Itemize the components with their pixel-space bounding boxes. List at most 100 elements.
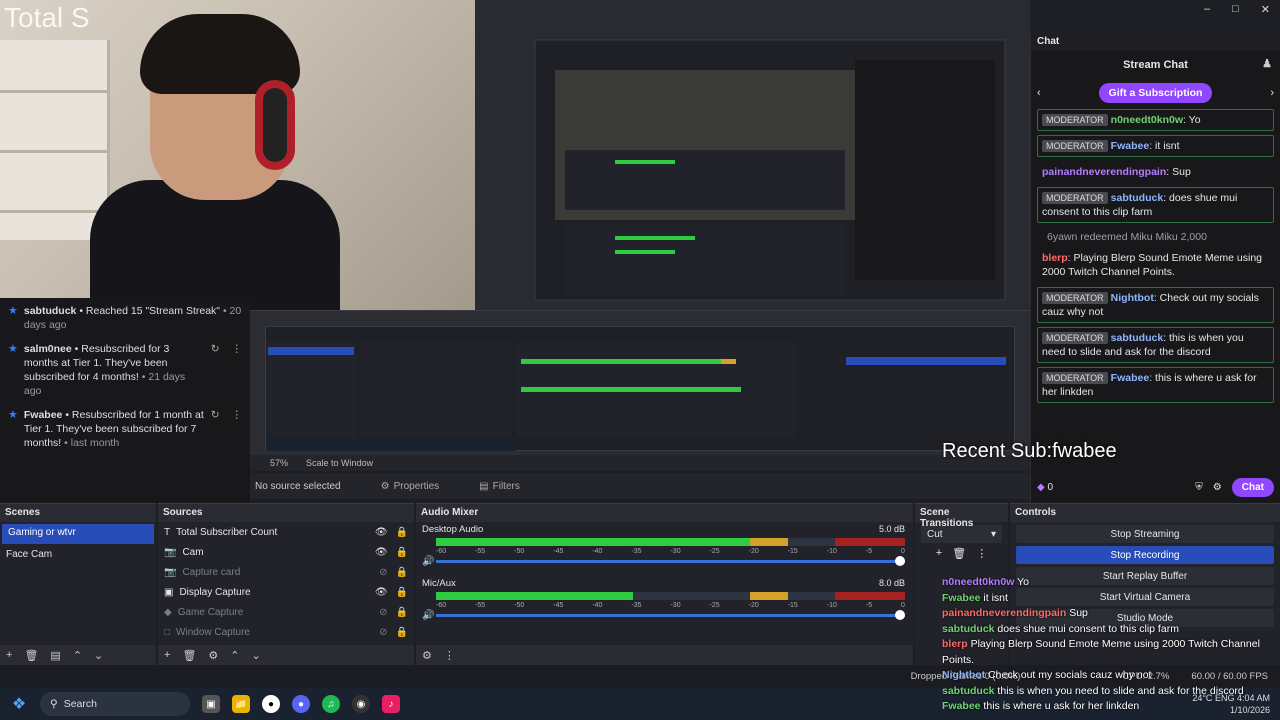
source-item[interactable]: ▣ Display Capture 👁 🔒 [158,582,414,602]
minimize-icon[interactable]: – [1204,3,1210,16]
trash-icon[interactable]: 🗑 [952,547,966,560]
scene-item[interactable]: Face Cam [0,546,156,566]
sources-dock: Sources T Total Subscriber Count 👁 🔒 📷 Cam 👁 🔒… [158,503,414,665]
slider-knob[interactable] [895,610,905,620]
scenes-dock: Scenes Gaming or wtvr Face Cam + 🗑 ▤ ⌃ ⌄ [0,503,156,665]
close-icon[interactable]: ✕ [1261,3,1270,16]
lock-icon[interactable]: 🔒 [396,627,408,638]
speaker-icon[interactable]: 🔊 [422,610,434,621]
eye-icon[interactable]: 👁 [375,527,388,538]
gear-icon: ⚙ [380,480,390,492]
zoom-bar: 57% Scale to Window [250,455,1030,471]
task-view-icon[interactable]: ▣ [202,695,220,713]
more-icon[interactable]: ⋮ [976,547,987,560]
tiktok-icon[interactable]: ♪ [382,695,400,713]
lock-icon[interactable]: 🔒 [396,607,408,618]
filter-icon[interactable]: ▤ [50,649,60,662]
screen: Total S – □ ✕ ★ sabtuduck • Reached 15 "… [0,0,1280,720]
eye-icon[interactable]: 👁 [375,547,388,558]
gear-icon[interactable]: ⚙ [208,649,218,662]
maximize-icon[interactable]: □ [1232,3,1239,16]
gear-icon[interactable]: ⚙ [1213,482,1222,493]
more-icon[interactable]: ⋮ [232,408,243,450]
source-item[interactable]: ◆ Game Capture ⊘ 🔒 [158,602,414,622]
trash-icon[interactable]: 🗑 [24,649,38,662]
replay-icon[interactable]: ↻ [211,408,220,450]
webcam-feed: Total S [0,0,475,310]
add-icon[interactable]: + [6,649,12,661]
overlay-chat-line: Fwabee this is where u ask for her linkd… [942,700,1140,712]
lock-icon[interactable]: 🔒 [396,547,408,558]
lock-icon[interactable]: 🔒 [396,527,408,538]
filters-button[interactable]: ▤ Filters [479,481,520,492]
spotify-icon[interactable]: ♫ [322,695,340,713]
channel-name: Mic/Aux [422,578,456,589]
meter-green [436,592,633,600]
chevron-down-icon[interactable]: ⌄ [94,649,103,662]
chrome-icon[interactable]: ● [262,695,280,713]
slider-knob[interactable] [895,556,905,566]
speaker-icon[interactable]: 🔊 [422,556,434,567]
star-icon: ★ [8,343,18,355]
transitions-title: Scene Transitions [915,504,1008,529]
replay-icon[interactable]: ↻ [211,342,220,398]
taskbar-search[interactable]: ⚲ Search [40,692,190,716]
scale-mode[interactable]: Scale to Window [306,458,373,468]
chevron-up-icon[interactable]: ⌃ [230,649,239,662]
chevron-right-icon[interactable]: › [1270,87,1274,99]
overlay-chat-line: sabtuduck this is when you need to slide… [942,684,1244,697]
scenes-toolbar: + 🗑 ▤ ⌃ ⌄ [0,645,156,665]
chat-message: MODERATOR n0needt0kn0w: Yo [1037,109,1274,131]
overlay-chat-line: blerp Playing Blerp Sound Emote Meme usi… [942,638,1260,666]
eye-hidden-icon[interactable]: ⊘ [379,567,387,578]
sources-title: Sources [158,504,414,522]
windows-start-icon[interactable]: ❖ [10,695,28,713]
points-display[interactable]: ◆ 0 [1037,482,1053,493]
volume-meter [436,592,905,600]
add-icon[interactable]: + [164,649,170,661]
overlay-chat-line: sabtuduck does shue mui consent to this … [942,622,1179,635]
discord-icon[interactable]: ● [292,695,310,713]
audio-mixer-dock: Audio Mixer Desktop Audio 5.0 dB -60 -55-… [416,503,913,665]
gift-row: ‹ Gift a Subscription › [1031,79,1280,107]
volume-slider[interactable] [436,556,905,566]
gift-subscription-button[interactable]: Gift a Subscription [1098,83,1213,103]
channel-db: 8.0 dB [878,578,905,588]
chat-message: MODERATOR sabtuduck: does shue mui consen… [1037,187,1274,223]
volume-slider[interactable] [436,610,905,620]
source-item[interactable]: □ Window Capture ⊘ 🔒 [158,622,414,642]
lock-icon[interactable]: 🔒 [396,587,408,598]
overlay-chat-line: Nightbot Check out my socials cauz why n… [942,669,1152,681]
source-item[interactable]: T Total Subscriber Count 👁 🔒 [158,522,414,542]
source-item[interactable]: 📷 Capture card ⊘ 🔒 [158,562,414,582]
more-icon[interactable]: ⋮ [232,342,243,398]
chat-message: MODERATOR Nightbot: Check out my socials … [1037,287,1274,323]
chevron-left-icon[interactable]: ‹ [1037,87,1041,99]
chevron-up-icon[interactable]: ⌃ [73,649,82,662]
eye-hidden-icon[interactable]: ⊘ [379,607,387,618]
shield-icon[interactable]: ⛨ [1195,482,1203,493]
obs-icon[interactable]: ◉ [352,695,370,713]
lock-icon[interactable]: 🔒 [396,567,408,578]
users-icon[interactable]: ♟ [1262,57,1272,70]
source-item[interactable]: 📷 Cam 👁 🔒 [158,542,414,562]
more-icon[interactable]: ⋮ [444,649,455,662]
recursive-preview [475,0,1030,310]
properties-button[interactable]: ⚙ Properties [381,481,440,492]
stop-recording-button[interactable]: Stop Recording [1016,546,1274,564]
sources-toolbar: + 🗑 ⚙ ⌃ ⌄ [158,645,414,665]
camera-icon: 📷 [164,566,177,578]
add-icon[interactable]: + [936,547,942,560]
eye-icon[interactable]: 👁 [375,587,388,598]
chat-send-button[interactable]: Chat [1231,478,1274,497]
zoom-level[interactable]: 57% [270,458,288,468]
obs-preview[interactable] [250,310,1030,455]
gear-icon[interactable]: ⚙ [422,649,432,662]
chat-message: blerp: Playing Blerp Sound Emote Meme us… [1042,252,1263,278]
chevron-down-icon[interactable]: ⌄ [252,649,261,662]
scene-item[interactable]: Gaming or wtvr [2,524,154,544]
eye-hidden-icon[interactable]: ⊘ [379,627,387,638]
file-explorer-icon[interactable]: 📁 [232,695,250,713]
stop-streaming-button[interactable]: Stop Streaming [1016,525,1274,543]
trash-icon[interactable]: 🗑 [182,649,196,662]
